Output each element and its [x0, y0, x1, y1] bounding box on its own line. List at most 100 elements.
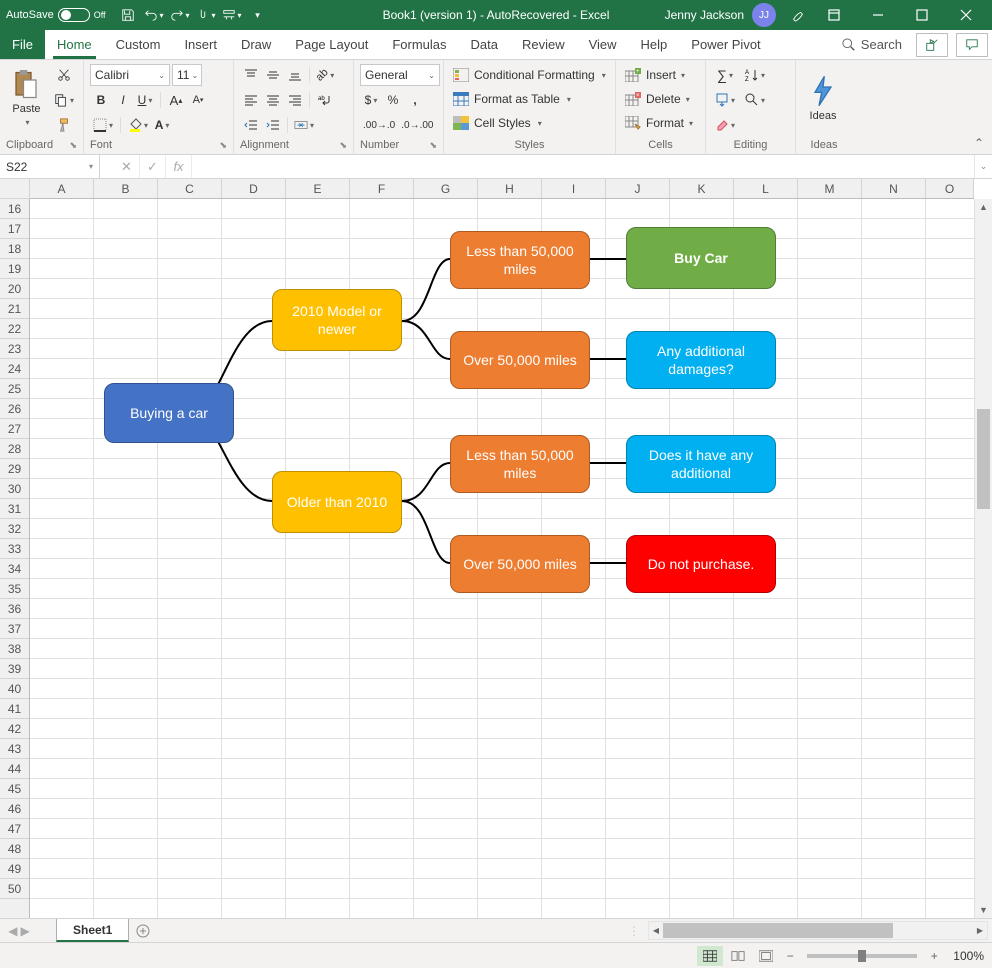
row-header-43[interactable]: 43 [0, 739, 29, 759]
select-all-button[interactable] [0, 179, 30, 199]
row-header-22[interactable]: 22 [0, 319, 29, 339]
shape-less-2[interactable]: Less than 50,000 miles [450, 435, 590, 493]
scroll-right-button[interactable]: ▶ [973, 922, 987, 939]
shape-additional[interactable]: Does it have any additional [626, 435, 776, 493]
shape-donot[interactable]: Do not purchase. [626, 535, 776, 593]
font-launcher[interactable]: ⬊ [219, 140, 227, 151]
font-size-select[interactable]: 11⌄ [172, 64, 202, 86]
autosum-button[interactable]: ∑▾ [712, 64, 738, 86]
tab-file[interactable]: File [0, 30, 45, 59]
hscroll-thumb[interactable] [663, 923, 893, 938]
comma-format-button[interactable]: , [404, 89, 426, 111]
column-header-K[interactable]: K [670, 179, 734, 198]
column-header-H[interactable]: H [478, 179, 542, 198]
column-header-O[interactable]: O [926, 179, 974, 198]
clear-button[interactable]: ▾ [712, 114, 738, 136]
zoom-in-button[interactable]: + [925, 949, 943, 963]
scroll-up-button[interactable]: ▲ [975, 199, 992, 215]
row-header-49[interactable]: 49 [0, 859, 29, 879]
tab-view[interactable]: View [577, 30, 629, 59]
borders-button[interactable]: ▾ [90, 114, 116, 136]
insert-cells-button[interactable]: +Insert▾ [622, 64, 688, 86]
format-as-table-button[interactable]: Format as Table▾ [450, 88, 574, 110]
scroll-down-button[interactable]: ▼ [975, 902, 992, 918]
column-header-D[interactable]: D [222, 179, 286, 198]
row-header-34[interactable]: 34 [0, 559, 29, 579]
column-header-J[interactable]: J [606, 179, 670, 198]
row-header-24[interactable]: 24 [0, 359, 29, 379]
decrease-indent-button[interactable] [240, 114, 262, 136]
clipboard-launcher[interactable]: ⬊ [69, 140, 77, 151]
row-header-32[interactable]: 32 [0, 519, 29, 539]
row-header-29[interactable]: 29 [0, 459, 29, 479]
percent-format-button[interactable]: % [382, 89, 404, 111]
align-center-button[interactable] [262, 89, 284, 111]
increase-decimal-button[interactable]: .00→.0 [360, 114, 398, 136]
row-header-44[interactable]: 44 [0, 759, 29, 779]
add-sheet-button[interactable] [129, 919, 157, 942]
bold-button[interactable]: B [90, 89, 112, 111]
row-header-30[interactable]: 30 [0, 479, 29, 499]
zoom-slider-thumb[interactable] [858, 950, 866, 962]
shape-root[interactable]: Buying a car [104, 383, 234, 443]
ideas-button[interactable]: Ideas [802, 64, 844, 132]
autosave-toggle[interactable]: AutoSave Off [6, 8, 106, 22]
font-name-select[interactable]: Calibri⌄ [90, 64, 170, 86]
user-avatar[interactable]: JJ [752, 3, 776, 27]
find-select-button[interactable]: ▾ [742, 89, 768, 111]
column-header-C[interactable]: C [158, 179, 222, 198]
page-layout-view-button[interactable] [725, 946, 751, 966]
italic-button[interactable]: I [112, 89, 134, 111]
name-box[interactable]: S22▾ [0, 155, 100, 178]
comments-button[interactable] [956, 33, 988, 57]
shape-over-1[interactable]: Over 50,000 miles [450, 331, 590, 389]
align-left-button[interactable] [240, 89, 262, 111]
delete-cells-button[interactable]: ×Delete▾ [622, 88, 693, 110]
tab-home[interactable]: Home [45, 30, 104, 59]
increase-font-button[interactable]: A▴ [165, 89, 187, 111]
format-cells-button[interactable]: Format▾ [622, 112, 696, 134]
row-header-47[interactable]: 47 [0, 819, 29, 839]
number-format-select[interactable]: General⌄ [360, 64, 440, 86]
accounting-format-button[interactable]: $▾ [360, 89, 382, 111]
copy-button[interactable]: ▾ [51, 89, 77, 111]
qat-more-button[interactable]: ▾ [246, 3, 270, 27]
tab-help[interactable]: Help [629, 30, 680, 59]
align-middle-button[interactable] [262, 64, 284, 86]
paste-button[interactable]: Paste ▾ [6, 64, 47, 132]
decrease-decimal-button[interactable]: .0→.00 [398, 114, 436, 136]
alignment-launcher[interactable]: ⬊ [339, 140, 347, 151]
save-button[interactable] [116, 3, 140, 27]
close-button[interactable] [946, 1, 986, 29]
column-header-F[interactable]: F [350, 179, 414, 198]
column-header-G[interactable]: G [414, 179, 478, 198]
zoom-slider[interactable] [807, 954, 917, 958]
shape-damages[interactable]: Any additional damages? [626, 331, 776, 389]
row-header-46[interactable]: 46 [0, 799, 29, 819]
row-header-36[interactable]: 36 [0, 599, 29, 619]
row-header-19[interactable]: 19 [0, 259, 29, 279]
redo-button[interactable]: ▾ [168, 3, 192, 27]
row-header-48[interactable]: 48 [0, 839, 29, 859]
row-header-27[interactable]: 27 [0, 419, 29, 439]
zoom-level[interactable]: 100% [953, 949, 984, 963]
scroll-left-button[interactable]: ◀ [649, 922, 663, 939]
number-launcher[interactable]: ⬊ [429, 140, 437, 151]
row-header-26[interactable]: 26 [0, 399, 29, 419]
shape-model-new[interactable]: 2010 Model or newer [272, 289, 402, 351]
row-header-37[interactable]: 37 [0, 619, 29, 639]
maximize-button[interactable] [902, 1, 942, 29]
format-painter-button[interactable] [51, 114, 77, 136]
vertical-scrollbar[interactable]: ▲ ▼ [974, 199, 992, 918]
tab-formulas[interactable]: Formulas [380, 30, 458, 59]
expand-formula-bar-button[interactable]: ⌄ [974, 155, 992, 178]
shape-buy[interactable]: Buy Car [626, 227, 776, 289]
row-header-21[interactable]: 21 [0, 299, 29, 319]
zoom-out-button[interactable]: − [781, 949, 799, 963]
row-header-42[interactable]: 42 [0, 719, 29, 739]
tab-insert[interactable]: Insert [172, 30, 229, 59]
tab-custom[interactable]: Custom [104, 30, 173, 59]
row-header-17[interactable]: 17 [0, 219, 29, 239]
sheet-nav-buttons[interactable]: ◀▶ [0, 919, 38, 942]
merge-center-button[interactable]: ▾ [291, 114, 317, 136]
